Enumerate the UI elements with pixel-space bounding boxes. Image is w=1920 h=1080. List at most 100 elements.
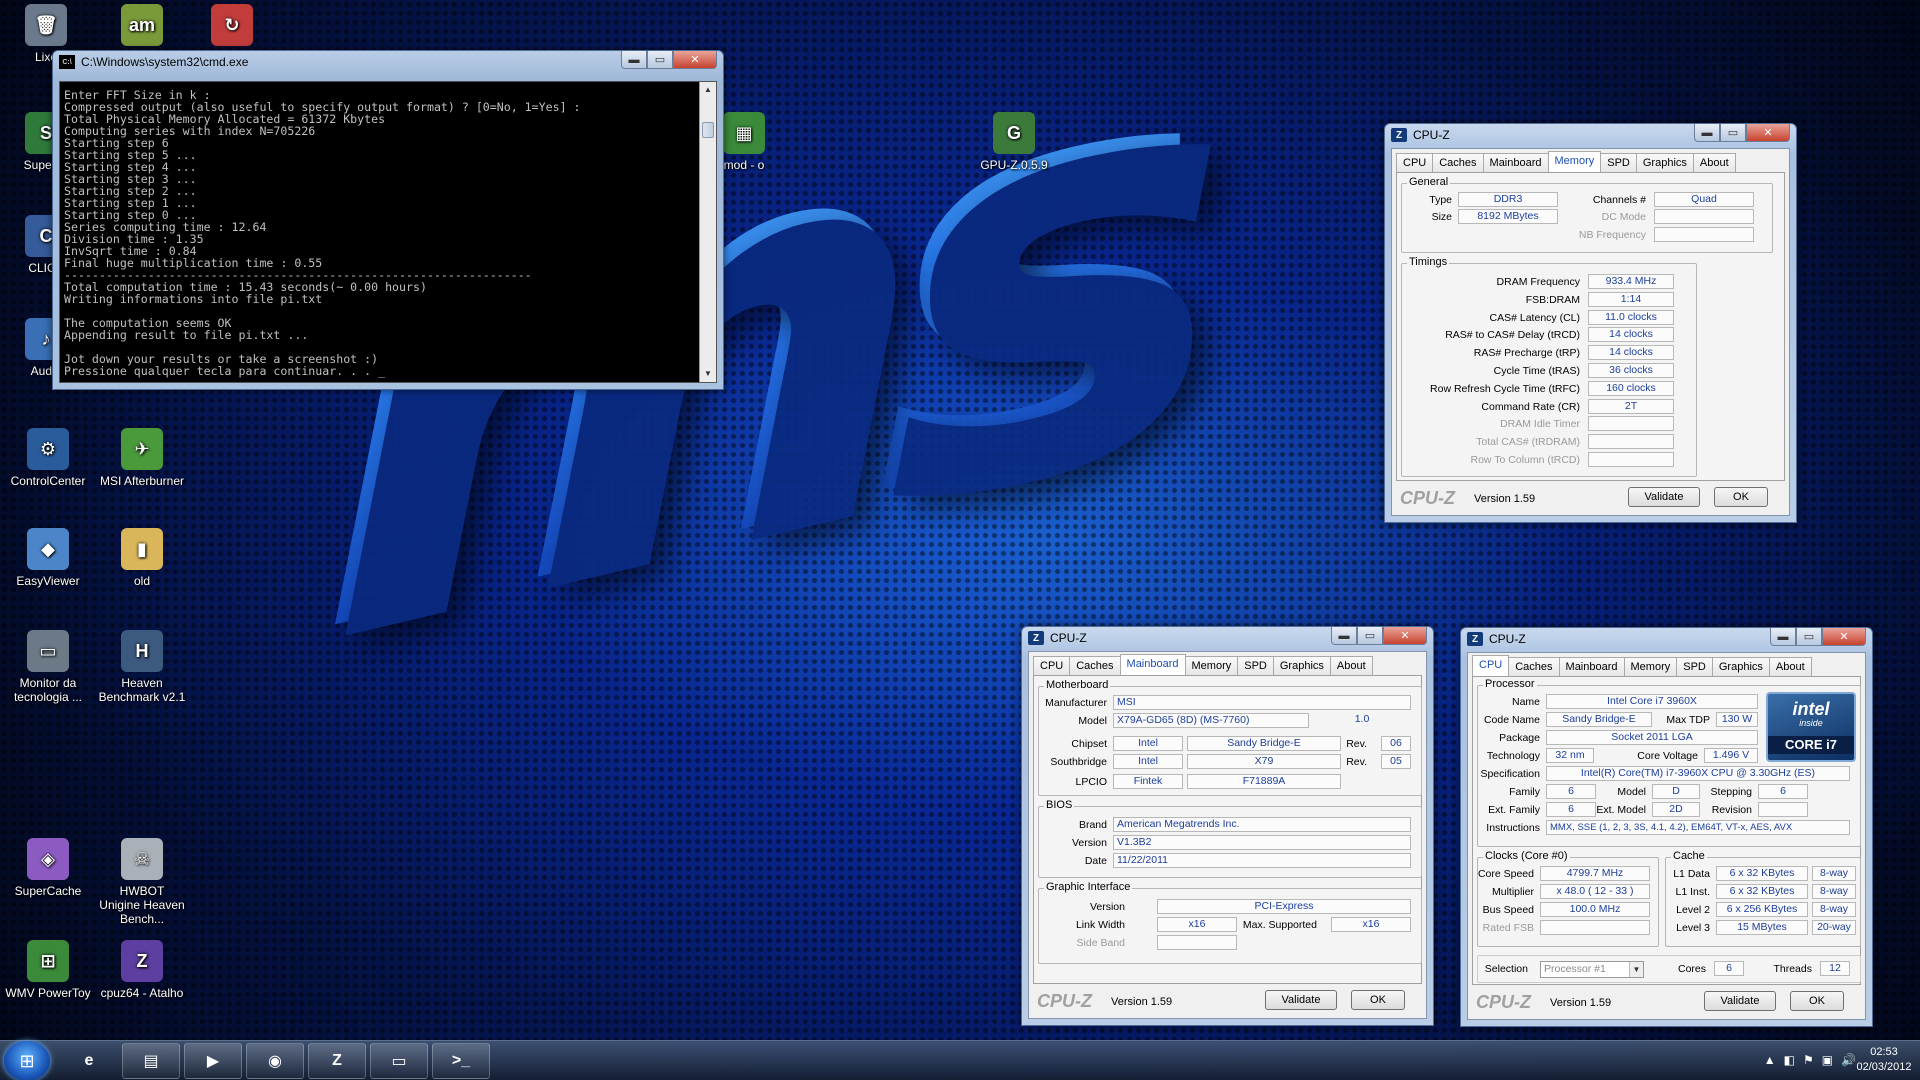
tab-mainboard[interactable]: Mainboard (1482, 153, 1549, 172)
validate-button[interactable]: Validate (1704, 991, 1776, 1011)
tab-about[interactable]: About (1692, 153, 1736, 172)
minimize-button[interactable]: ▬ (1770, 628, 1796, 646)
tab-graphics[interactable]: Graphics (1272, 656, 1331, 675)
close-button[interactable]: ✕ (1822, 628, 1866, 646)
media-player-icon[interactable]: ▶ (184, 1043, 242, 1079)
maximize-button[interactable]: ▭ (1796, 628, 1822, 646)
cpuz-cpu-titlebar[interactable]: Z CPU-Z ▬ ▭ ✕ (1461, 628, 1872, 650)
memory-panel: General Type DDR3 Size 8192 MBytes Chann… (1396, 173, 1785, 481)
desktop-icon[interactable]: ◆ EasyViewer (4, 528, 92, 588)
ok-button[interactable]: OK (1714, 487, 1768, 507)
clock-date: 02/03/2012 (1856, 1061, 1912, 1073)
chipset-vendor: Intel (1113, 736, 1183, 751)
tray-icon[interactable]: ⚑ (1803, 1053, 1814, 1067)
tab-caches[interactable]: Caches (1432, 153, 1484, 172)
tab-caches[interactable]: Caches (1508, 657, 1560, 676)
tab-cpu[interactable]: CPU (1396, 153, 1434, 172)
tab-memory[interactable]: Memory (1547, 151, 1602, 172)
minimize-button[interactable]: ▬ (621, 51, 647, 69)
ok-button[interactable]: OK (1790, 991, 1844, 1011)
cpuz-taskbar-icon[interactable]: Z (308, 1043, 366, 1079)
lpcio-name: F71889A (1187, 774, 1341, 789)
tab-caches[interactable]: Caches (1069, 656, 1121, 675)
timing-value (1588, 416, 1674, 432)
desktop-icon-label: Heaven Benchmark v2.1 (98, 676, 186, 704)
timing-label: RAS# Precharge (tRP) (1473, 347, 1580, 360)
mainboard-panel: Motherboard Manufacturer MSI Model X79A-… (1033, 676, 1422, 984)
cmd-titlebar[interactable]: C:\ C:\Windows\system32\cmd.exe ▬ ▭ ✕ (53, 51, 723, 73)
maximize-button[interactable]: ▭ (1357, 627, 1383, 645)
cmd-taskbar-icon[interactable]: >_ (432, 1043, 490, 1079)
cpuz-mainboard-titlebar[interactable]: Z CPU-Z ▬ ▭ ✕ (1022, 627, 1433, 649)
start-button[interactable]: ⊞ (4, 1041, 50, 1080)
validate-button[interactable]: Validate (1628, 487, 1700, 507)
close-button[interactable]: ✕ (673, 51, 717, 69)
nb-frequency-label: NB Frequency (1578, 229, 1646, 241)
display-icon[interactable]: ▭ (370, 1043, 428, 1079)
core-i7-text: CORE i7 (1768, 736, 1854, 754)
scroll-up-icon[interactable]: ▲ (700, 82, 716, 98)
processor-select[interactable]: Processor #1 ▼ (1540, 961, 1644, 978)
close-button[interactable]: ✕ (1383, 627, 1427, 645)
explorer-icon[interactable]: ▤ (122, 1043, 180, 1079)
ie-icon[interactable]: e (60, 1043, 118, 1079)
southbridge-name: X79 (1187, 754, 1341, 769)
scroll-thumb[interactable] (702, 122, 714, 138)
tab-memory[interactable]: Memory (1623, 657, 1678, 676)
close-button[interactable]: ✕ (1746, 124, 1790, 142)
monitor-icon: ▭ (27, 630, 69, 672)
tray-icon[interactable]: ▣ (1822, 1053, 1833, 1067)
easyviewer-icon: ◆ (27, 528, 69, 570)
clock-time: 02:53 (1870, 1046, 1898, 1058)
tray-icon[interactable]: ◧ (1784, 1053, 1795, 1067)
cpuz-memory-titlebar[interactable]: Z CPU-Z ▬ ▭ ✕ (1385, 124, 1796, 146)
minimize-button[interactable]: ▬ (1694, 124, 1720, 142)
tray-icon[interactable]: ▲ (1764, 1053, 1776, 1067)
cpu-panel: Processor Name Intel Core i7 3960X Code … (1472, 677, 1861, 985)
specification-value: Intel(R) Core(TM) i7-3960X CPU @ 3.30GHz… (1546, 766, 1850, 781)
tab-about[interactable]: About (1329, 656, 1373, 675)
tab-cpu[interactable]: CPU (1033, 656, 1071, 675)
desktop-icon[interactable]: ⚙ ControlCenter (4, 428, 92, 488)
core-voltage-label: Core Voltage (1637, 750, 1698, 762)
tab-about[interactable]: About (1768, 657, 1812, 676)
desktop-icon[interactable]: H Heaven Benchmark v2.1 (98, 630, 186, 704)
maximize-button[interactable]: ▭ (647, 51, 673, 69)
supercache-icon: ◈ (27, 838, 69, 880)
inside-text: inside (1799, 718, 1823, 728)
desktop-icon[interactable]: ▭ Monitor da tecnologia ... (4, 630, 92, 704)
maximize-button[interactable]: ▭ (1720, 124, 1746, 142)
desktop-icon[interactable]: ⊞ WMV PowerToy (4, 940, 92, 1000)
tab-spd[interactable]: SPD (1676, 657, 1713, 676)
tab-mainboard[interactable]: Mainboard (1558, 657, 1625, 676)
desktop-icon[interactable]: G GPU-Z.0.5.9 (970, 112, 1058, 172)
tab-memory[interactable]: Memory (1184, 656, 1239, 675)
console-area[interactable]: Enter FFT Size in k : Compressed output … (59, 81, 717, 383)
model-label: Model (1617, 786, 1646, 798)
desktop-icon-label: SuperCache (14, 884, 82, 898)
desktop-icon[interactable]: ☠ HWBOT Unigine Heaven Bench... (98, 838, 186, 926)
cores-label: Cores (1677, 963, 1706, 975)
tab-cpu[interactable]: CPU (1472, 655, 1510, 676)
side-band-label: Side Band (1076, 937, 1125, 949)
tab-mainboard[interactable]: Mainboard (1119, 654, 1186, 675)
console-scrollbar[interactable]: ▲ ▼ (699, 82, 716, 382)
minimize-button[interactable]: ▬ (1331, 627, 1357, 645)
desktop-icon[interactable]: Zcpuz64 - Atalho (98, 940, 186, 1000)
desktop-icon[interactable]: ✈ MSI Afterburner (98, 428, 186, 488)
tab-spd[interactable]: SPD (1600, 153, 1637, 172)
validate-button[interactable]: Validate (1265, 990, 1337, 1010)
clock[interactable]: 02:53 02/03/2012 (1854, 1045, 1914, 1075)
instructions-label: Instructions (1486, 822, 1540, 834)
timing-value: 11.0 clocks (1588, 309, 1674, 325)
tab-spd[interactable]: SPD (1237, 656, 1274, 675)
chevron-down-icon[interactable]: ▼ (1629, 962, 1643, 977)
tab-graphics[interactable]: Graphics (1711, 657, 1770, 676)
scroll-down-icon[interactable]: ▼ (700, 366, 716, 382)
tab-graphics[interactable]: Graphics (1635, 153, 1694, 172)
desktop-icon[interactable]: ▮ old (98, 528, 186, 588)
ok-button[interactable]: OK (1351, 990, 1405, 1010)
firefox-icon[interactable]: ◉ (246, 1043, 304, 1079)
desktop-icon[interactable]: ◈ SuperCache (4, 838, 92, 898)
model-revision: 1.0 (1354, 713, 1370, 725)
